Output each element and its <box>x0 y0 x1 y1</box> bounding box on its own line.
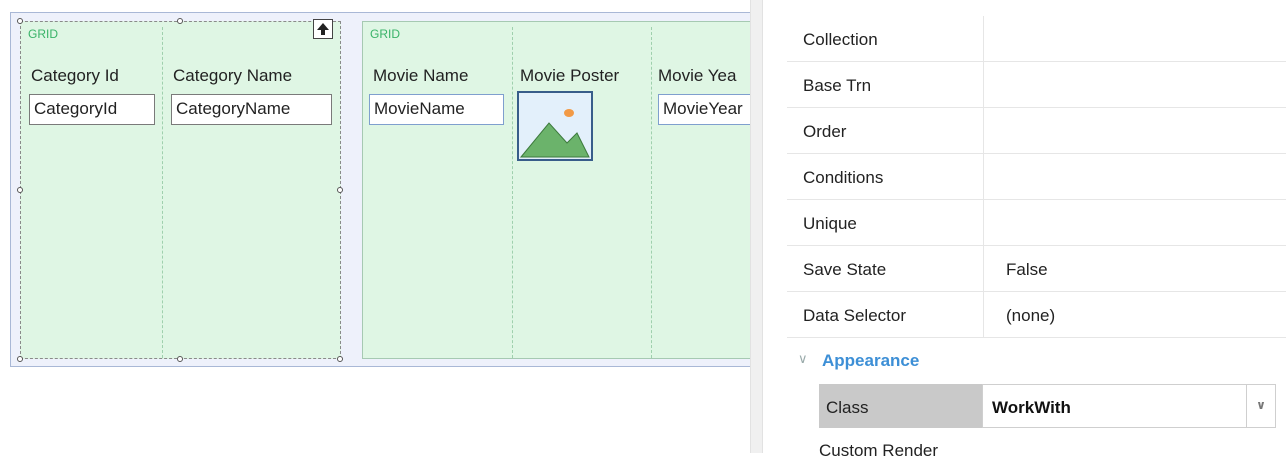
image-placeholder-icon <box>519 93 591 159</box>
column-header-category-name[interactable]: Category Name <box>173 66 292 86</box>
field-movie-name[interactable]: MovieName <box>369 94 504 125</box>
property-row-order[interactable]: Order <box>787 108 1286 154</box>
column-separator <box>651 27 652 358</box>
property-row-data-selector[interactable]: Data Selector (none) <box>787 292 1286 338</box>
designer-canvas: GRID Category Id Category Name CategoryI… <box>0 0 758 453</box>
section-header-appearance[interactable]: ∨ Appearance <box>787 341 1286 381</box>
resize-handle-top-left[interactable] <box>17 18 23 24</box>
property-name: Base Trn <box>803 76 872 95</box>
field-category-name[interactable]: CategoryName <box>171 94 332 125</box>
column-header-category-id[interactable]: Category Id <box>31 66 119 86</box>
property-row-custom-render[interactable]: Custom Render <box>819 441 938 461</box>
property-column-divider <box>983 246 984 291</box>
arrow-up-icon <box>317 23 329 35</box>
property-column-divider <box>983 200 984 245</box>
property-value[interactable]: False <box>1006 260 1048 280</box>
resize-handle-middle-right[interactable] <box>337 187 343 193</box>
property-row-collection[interactable]: Collection <box>787 16 1286 62</box>
class-select[interactable]: WorkWith ∨ <box>982 384 1276 428</box>
property-name: Class <box>819 384 982 428</box>
properties-panel: Collection Base Trn Order Conditions Uni… <box>763 0 1286 460</box>
resize-handle-bottom-left[interactable] <box>17 356 23 362</box>
property-name: Collection <box>803 30 878 49</box>
section-title: Appearance <box>822 351 920 370</box>
class-select-value: WorkWith <box>992 398 1071 417</box>
property-column-divider <box>983 62 984 107</box>
field-movie-year[interactable]: MovieYear <box>658 94 758 125</box>
property-row-unique[interactable]: Unique <box>787 200 1286 246</box>
chevron-down-icon[interactable]: ∨ <box>798 351 808 367</box>
property-column-divider <box>983 154 984 199</box>
resize-handle-top-middle[interactable] <box>177 18 183 24</box>
field-category-id[interactable]: CategoryId <box>29 94 155 125</box>
property-column-divider <box>983 108 984 153</box>
property-column-divider <box>983 292 984 337</box>
property-row-class[interactable]: Class WorkWith ∨ <box>819 384 1276 428</box>
column-separator <box>512 27 513 358</box>
grid-tag: GRID <box>28 27 58 41</box>
property-column-divider <box>983 16 984 61</box>
property-row-base-trn[interactable]: Base Trn <box>787 62 1286 108</box>
column-header-movie-year[interactable]: Movie Yea <box>658 66 736 86</box>
property-row-save-state[interactable]: Save State False <box>787 246 1286 292</box>
column-separator <box>162 27 163 358</box>
property-name: Order <box>803 122 847 141</box>
movie-poster-image[interactable] <box>517 91 593 161</box>
property-name: Conditions <box>803 168 884 187</box>
property-row-conditions[interactable]: Conditions <box>787 154 1286 200</box>
chevron-down-icon[interactable]: ∨ <box>1246 385 1275 427</box>
property-name: Unique <box>803 214 857 233</box>
property-name: Save State <box>803 260 887 279</box>
column-header-movie-poster[interactable]: Movie Poster <box>520 66 619 86</box>
panel-splitter[interactable] <box>750 0 763 453</box>
category-grid[interactable]: GRID Category Id Category Name CategoryI… <box>20 21 341 359</box>
resize-handle-bottom-right[interactable] <box>337 356 343 362</box>
grid-tag: GRID <box>370 27 400 41</box>
property-name: Data Selector <box>803 306 906 325</box>
property-value[interactable]: (none) <box>1006 306 1055 326</box>
movie-grid[interactable]: GRID Movie Name Movie Poster Movie Yea M… <box>362 21 758 359</box>
column-header-movie-name[interactable]: Movie Name <box>373 66 468 86</box>
select-parent-button[interactable] <box>313 19 333 39</box>
resize-handle-bottom-middle[interactable] <box>177 356 183 362</box>
resize-handle-middle-left[interactable] <box>17 187 23 193</box>
